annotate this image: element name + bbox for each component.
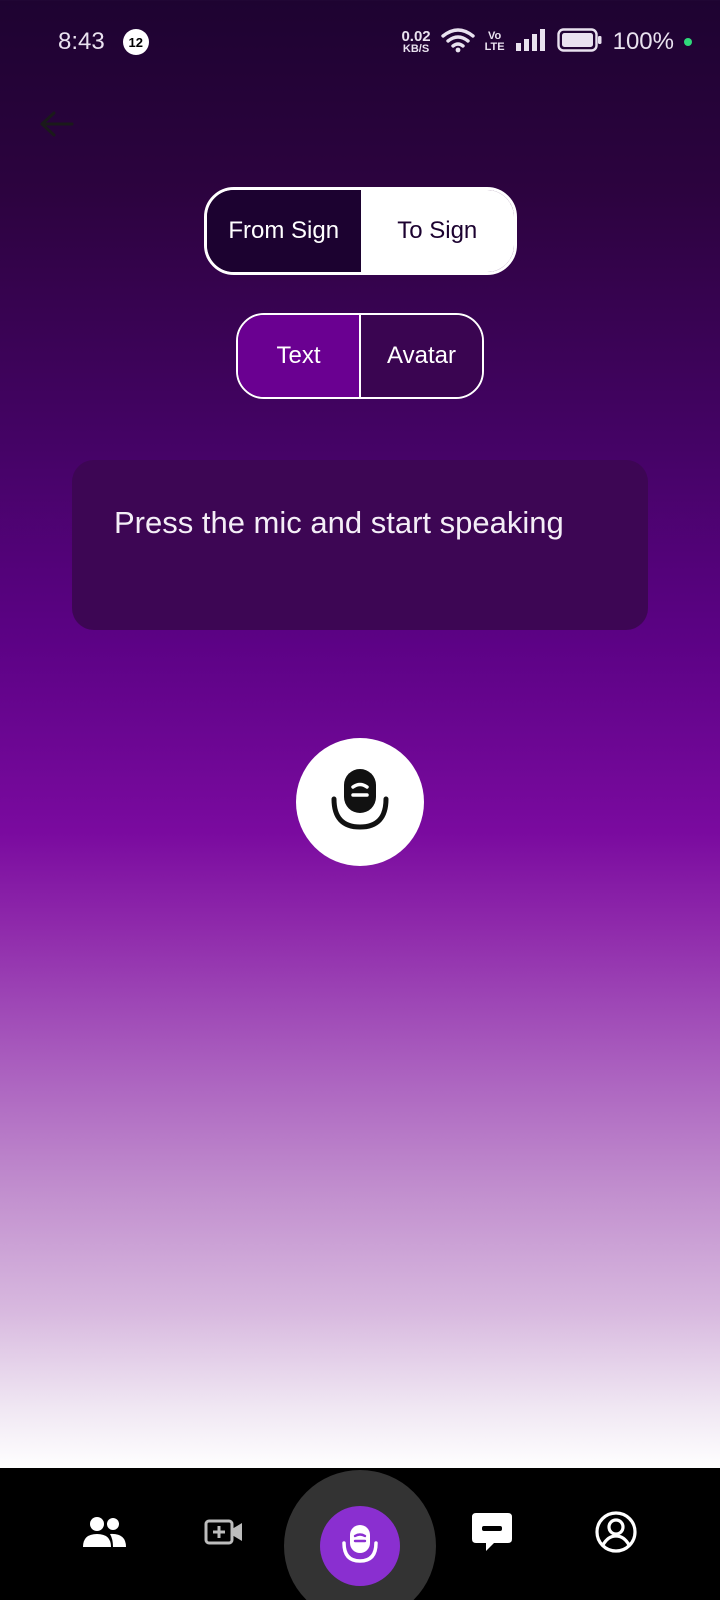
network-speed: 0.02 KB/S [401,29,430,55]
output-mode-toggle: Text Avatar [236,313,484,399]
notification-badge: 12 [122,29,149,55]
nav-profile[interactable] [576,1468,656,1600]
record-mic-button[interactable] [296,738,424,866]
battery-percentage: 100% [612,28,674,55]
from-sign-option[interactable]: From Sign [207,190,361,272]
video-add-icon [204,1518,244,1551]
nav-chat[interactable] [452,1468,532,1600]
battery-icon [556,27,603,58]
signal-icon [515,28,547,57]
microphone-icon [340,1522,380,1571]
status-bar: 8:43 12 0.02 KB/S Vo LTE 100% [0,0,720,84]
volte-indicator: Vo LTE [485,31,505,53]
status-time: 8:43 [58,28,105,55]
wifi-icon [440,27,475,58]
avatar-option[interactable]: Avatar [359,315,482,397]
nav-add-video[interactable] [184,1468,264,1600]
nav-translate[interactable] [320,1506,400,1586]
profile-icon [594,1510,638,1559]
to-sign-option[interactable]: To Sign [360,190,514,272]
translation-direction-toggle: From Sign To Sign [204,187,517,275]
back-button[interactable] [32,104,80,148]
chat-icon [470,1511,514,1558]
status-right: 0.02 KB/S Vo LTE 100% [401,27,692,58]
volte-bottom: LTE [484,41,505,53]
microphone-icon [328,765,392,840]
people-icon [80,1515,128,1554]
privacy-dot [684,38,692,46]
network-speed-value: 0.02 [401,28,431,45]
nav-community[interactable] [64,1468,144,1600]
transcript-card: Press the mic and start speaking [72,460,648,630]
status-left: 8:43 12 [58,28,149,56]
text-option[interactable]: Text [238,315,359,397]
prompt-text: Press the mic and start speaking [114,505,564,540]
network-speed-unit: KB/S [402,43,430,55]
arrow-left-icon [38,110,74,143]
